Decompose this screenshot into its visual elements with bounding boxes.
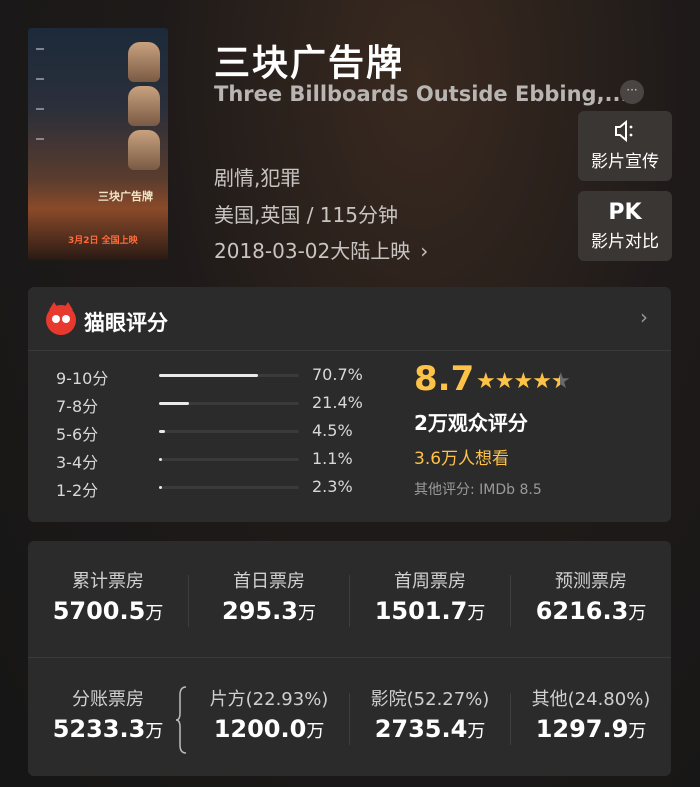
dist-percent: 2.3% [312, 477, 353, 496]
dist-bar-fill [159, 458, 162, 461]
box-office-row: 累计票房 5700.5万 首日票房 295.3万 首周票房 1501.7万 预测… [28, 541, 671, 658]
box-label: 其他(24.80%) [531, 689, 651, 710]
poster-title: 三块广告牌 [98, 190, 153, 203]
box-value: 1501.7万 [374, 597, 486, 625]
pk-compare-button[interactable]: PK 影片对比 [578, 191, 672, 261]
dist-percent: 70.7% [312, 365, 363, 384]
poster-credit [36, 108, 44, 110]
pk-icon: PK [608, 200, 642, 225]
box-office-row: 分账票房 5233.3万 片方(22.93%) 1200.0万 影院(52.27… [28, 659, 671, 776]
dist-label: 9-10分 [56, 369, 109, 388]
movie-region-duration: 美国,英国 / 115分钟 [214, 203, 398, 227]
box-value: 295.3万 [222, 597, 316, 625]
dist-row: 5-6分 4.5% [56, 421, 356, 444]
dist-bar-fill [159, 374, 258, 377]
score-value: 8.7 [414, 359, 475, 399]
poster-credit [36, 138, 44, 140]
box-office-cell: 累计票房 5700.5万 [28, 541, 188, 658]
movie-poster[interactable]: 三块广告牌 3月2日 全国上映 [28, 28, 168, 260]
box-office-cell: 首日票房 295.3万 [189, 541, 349, 658]
box-office-cell: 首周票房 1501.7万 [350, 541, 510, 658]
dist-percent: 1.1% [312, 449, 353, 468]
dist-row: 9-10分 70.7% [56, 365, 363, 388]
box-value: 1297.9万 [535, 715, 647, 743]
want-to-see-count: 3.6万人想看 [414, 449, 510, 469]
box-label: 累计票房 [72, 571, 144, 592]
box-office-cell: 片方(22.93%) 1200.0万 [189, 659, 349, 776]
star-rating: ★★★★★ [476, 369, 571, 394]
star-icon: ★ [513, 369, 533, 394]
box-label: 片方(22.93%) [209, 689, 329, 710]
poster-date: 3月2日 全国上映 [68, 236, 138, 246]
box-office-cell: 分账票房 5233.3万 [28, 659, 188, 776]
dist-label: 7-8分 [56, 397, 99, 416]
box-value: 6216.3万 [535, 597, 647, 625]
star-icon: ★ [532, 369, 552, 394]
dist-bar-fill [159, 430, 166, 433]
box-office-cell: 影院(52.27%) 2735.4万 [350, 659, 510, 776]
dist-percent: 21.4% [312, 393, 363, 412]
box-label: 影院(52.27%) [370, 689, 490, 710]
dist-label: 5-6分 [56, 425, 99, 444]
dist-bar-fill [159, 486, 163, 489]
dist-label: 3-4分 [56, 453, 99, 472]
poster-figure [128, 42, 160, 82]
dist-bar-track [159, 430, 299, 433]
movie-english-title: Three Billboards Outside Ebbing,... [214, 82, 624, 106]
box-value: 5700.5万 [52, 597, 164, 625]
dist-bar-track [159, 374, 299, 377]
dist-percent: 4.5% [312, 421, 353, 440]
vote-count: 2万观众评分 [414, 411, 528, 435]
maoyan-cat-icon [46, 302, 76, 335]
promo-label: 影片宣传 [591, 152, 659, 172]
box-value: 5233.3万 [52, 715, 164, 743]
box-office-cell: 预测票房 6216.3万 [511, 541, 671, 658]
dist-row: 1-2分 2.3% [56, 477, 356, 500]
dist-row: 7-8分 21.4% [56, 393, 363, 416]
more-title-button[interactable]: ··· [620, 80, 644, 104]
chevron-right-icon: › [640, 305, 648, 329]
promo-button[interactable]: 影片宣传 [578, 111, 672, 181]
poster-credit [36, 78, 44, 80]
movie-genre: 剧情,犯罪 [214, 166, 301, 190]
box-label: 首周票房 [394, 571, 466, 592]
box-office-card: 累计票房 5700.5万 首日票房 295.3万 首周票房 1501.7万 预测… [28, 541, 671, 776]
poster-figure [128, 86, 160, 126]
movie-header: 三块广告牌 3月2日 全国上映 三块广告牌 Three Billboards O… [0, 0, 700, 280]
star-icon: ★ [494, 369, 515, 394]
rating-title: 猫眼评分 [84, 311, 168, 335]
brace-icon [176, 686, 187, 754]
dist-bar-track [159, 486, 299, 489]
dist-bar-track [159, 458, 299, 461]
box-value: 1200.0万 [213, 715, 325, 743]
star-icon: ★ [476, 369, 496, 394]
release-date: 2018-03-02大陆上映 [214, 239, 411, 263]
poster-figure [128, 130, 160, 170]
dist-row: 3-4分 1.1% [56, 449, 356, 472]
poster-credit [36, 48, 44, 50]
dist-bar-track [159, 402, 299, 405]
box-label: 预测票房 [555, 571, 627, 592]
speaker-icon [578, 119, 672, 147]
chevron-right-icon: › [420, 239, 429, 263]
dist-bar-fill [159, 402, 189, 405]
release-date-link[interactable]: 2018-03-02大陆上映 › [214, 235, 428, 264]
box-office-cell: 其他(24.80%) 1297.9万 [511, 659, 671, 776]
rating-header[interactable]: 猫眼评分 › [28, 287, 671, 351]
box-label: 首日票房 [233, 571, 305, 592]
half-star-icon: ★ [551, 369, 571, 394]
dist-label: 1-2分 [56, 481, 99, 500]
pk-label: 影片对比 [591, 232, 659, 252]
maoyan-rating-card: 猫眼评分 › 9-10分 70.7% 7-8分 21.4% 5-6分 4.5% … [28, 287, 671, 522]
movie-title: 三块广告牌 [214, 43, 405, 84]
box-label: 分账票房 [72, 689, 144, 710]
other-rating: 其他评分: IMDb 8.5 [414, 482, 542, 498]
box-value: 2735.4万 [374, 715, 486, 743]
